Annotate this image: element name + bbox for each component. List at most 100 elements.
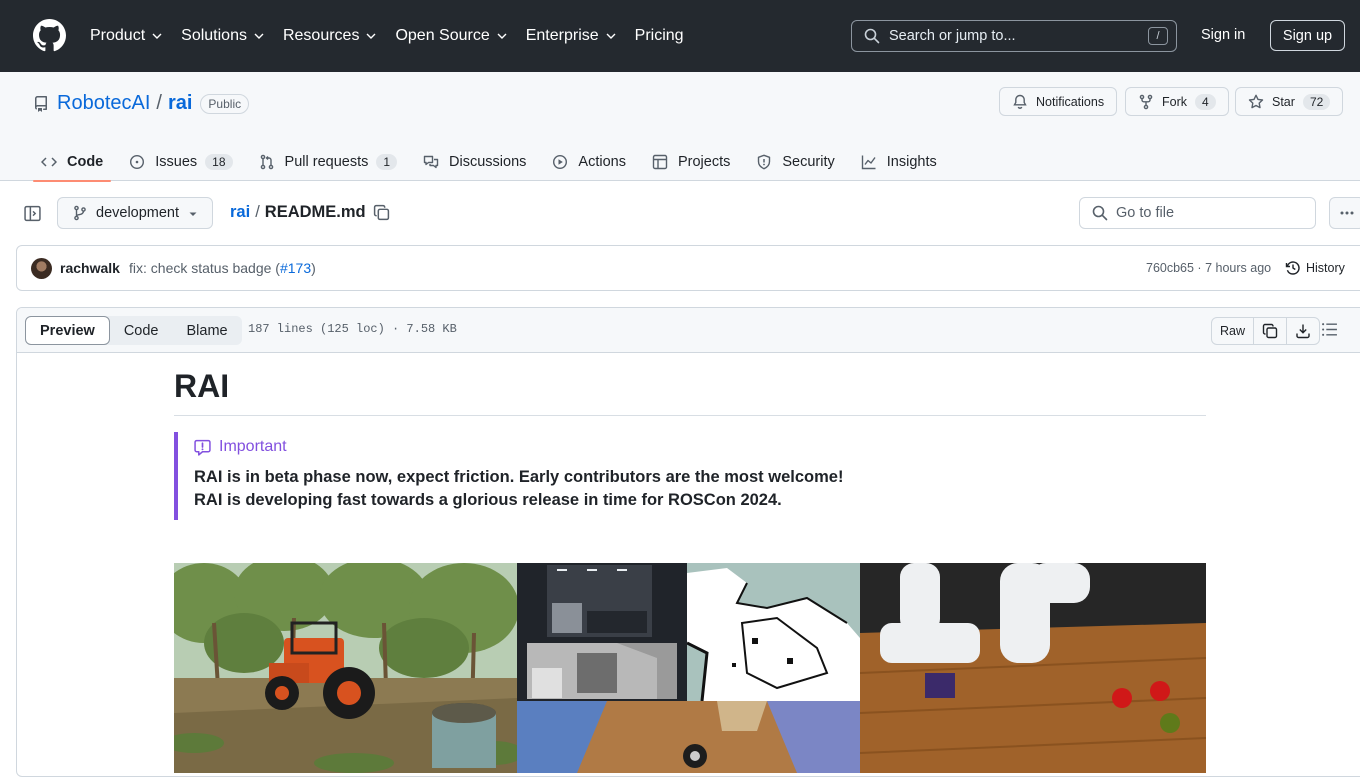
chevron-down-icon xyxy=(152,33,162,39)
visibility-badge: Public xyxy=(200,93,250,114)
star-count: 72 xyxy=(1302,93,1331,110)
fork-button[interactable]: Fork 4 xyxy=(1125,87,1229,116)
global-search-input[interactable]: Search or jump to... / xyxy=(851,20,1177,52)
file-info: 187 lines (125 loc) · 7.58 KB xyxy=(248,322,457,336)
copy-icon xyxy=(1262,323,1278,339)
global-header: Product Solutions Resources Open Source Ente… xyxy=(0,0,1360,72)
go-to-file-input[interactable]: Go to file xyxy=(1079,197,1316,229)
notifications-button[interactable]: Notifications xyxy=(999,87,1118,116)
repo-icon xyxy=(34,95,47,112)
tab-label: Projects xyxy=(677,153,731,170)
avatar[interactable] xyxy=(31,258,52,279)
file-viewer: Preview Code Blame 187 lines (125 loc) · 7… xyxy=(16,307,1360,777)
tab-label: Insights xyxy=(886,153,937,170)
github-logo-icon[interactable] xyxy=(33,19,66,52)
tab-label: Discussions xyxy=(449,153,527,170)
tab-label: Code xyxy=(67,153,104,170)
search-shortcut-hint: / xyxy=(1148,27,1168,45)
robot-arm-image xyxy=(860,563,1206,773)
commit-hash-time[interactable]: 760cb65 · 7 hours ago xyxy=(1146,261,1271,275)
tab-projects[interactable]: Projects xyxy=(644,142,738,181)
important-alert: Important RAI is in beta phase now, expe… xyxy=(174,432,1206,520)
repo-title-separator: / xyxy=(156,92,162,114)
download-raw-button[interactable] xyxy=(1287,318,1319,344)
alert-line-2: RAI is developing fast towards a gloriou… xyxy=(194,491,782,509)
tab-counter: 1 xyxy=(376,153,398,170)
readme-title: RAI xyxy=(174,368,1206,416)
file-viewer-header: Preview Code Blame 187 lines (125 loc) · 7… xyxy=(17,308,1360,353)
global-nav-label: Pricing xyxy=(634,27,684,44)
search-placeholder: Search or jump to... xyxy=(889,28,1016,44)
download-icon xyxy=(1296,324,1310,339)
search-icon xyxy=(864,28,880,44)
history-button[interactable]: History xyxy=(1285,260,1345,276)
commit-author-link[interactable]: rachwalk xyxy=(60,260,120,276)
tab-insights[interactable]: Insights xyxy=(853,142,945,181)
more-options-button[interactable] xyxy=(1329,197,1360,229)
global-nav-item-solutions[interactable]: Solutions xyxy=(181,27,265,45)
readme-hero-image xyxy=(174,563,1206,773)
global-nav-item-product[interactable]: Product xyxy=(90,27,163,45)
global-nav-item-open-source[interactable]: Open Source xyxy=(395,27,507,45)
tab-code[interactable]: Code xyxy=(33,142,112,182)
global-nav-label: Solutions xyxy=(181,27,247,44)
tab-actions[interactable]: Actions xyxy=(544,142,634,181)
office-camera-image xyxy=(517,563,687,701)
view-mode-blame[interactable]: Blame xyxy=(173,316,242,345)
raw-actions-group: Raw xyxy=(1211,317,1321,345)
notifications-label: Notifications xyxy=(1036,94,1105,109)
view-mode-code[interactable]: Code xyxy=(110,316,173,345)
file-navigation-bar: development rai / README.md Go to file xyxy=(0,181,1360,245)
shield-icon xyxy=(758,154,771,169)
copy-path-icon[interactable] xyxy=(373,204,390,221)
sign-up-button[interactable]: Sign up xyxy=(1270,20,1345,51)
code-icon xyxy=(41,156,57,167)
global-nav-item-pricing[interactable]: Pricing xyxy=(635,27,684,45)
chevron-down-icon xyxy=(254,33,264,39)
latest-commit-bar: rachwalk fix: check status badge (#173) … xyxy=(16,245,1360,291)
branch-icon xyxy=(74,205,86,221)
breadcrumb-file-name: README.md xyxy=(264,203,366,221)
star-button[interactable]: Star 72 xyxy=(1235,87,1344,116)
occupancy-map-image xyxy=(687,563,860,701)
repo-tab-nav: Code Issues 18 Pull requests 1 Discussions Act… xyxy=(33,142,955,182)
tab-counter: 18 xyxy=(205,153,233,170)
bell-icon xyxy=(1013,94,1027,109)
sidebar-expand-icon[interactable] xyxy=(24,205,41,222)
repo-header: RobotecAI / rai Public Notifications For… xyxy=(0,72,1360,182)
commit-pr-link[interactable]: #173 xyxy=(280,260,311,276)
tab-security[interactable]: Security xyxy=(748,142,842,181)
chevron-down-icon xyxy=(497,33,507,39)
breadcrumb-repo-link[interactable]: rai xyxy=(230,203,250,222)
global-nav-item-resources[interactable]: Resources xyxy=(283,27,377,45)
orchard-tractor-image xyxy=(174,563,517,773)
chevron-down-icon xyxy=(366,33,376,39)
repo-title: RobotecAI / rai Public xyxy=(33,92,250,115)
commit-message[interactable]: fix: check status badge (#173) xyxy=(129,260,316,276)
alert-title-text: Important xyxy=(219,438,287,455)
sign-in-link[interactable]: Sign in xyxy=(1201,27,1245,43)
copy-raw-button[interactable] xyxy=(1254,318,1288,344)
go-to-file-placeholder: Go to file xyxy=(1116,205,1175,221)
raw-button[interactable]: Raw xyxy=(1212,318,1255,344)
fork-label: Fork xyxy=(1162,94,1187,109)
repo-owner-link[interactable]: RobotecAI xyxy=(57,92,150,115)
tab-label: Pull requests xyxy=(284,153,369,170)
history-label: History xyxy=(1306,261,1345,275)
alert-title: Important xyxy=(194,438,1206,456)
global-nav-label: Resources xyxy=(282,27,360,44)
tab-discussions[interactable]: Discussions xyxy=(415,142,534,181)
tab-pull-requests[interactable]: Pull requests 1 xyxy=(251,142,406,181)
view-mode-preview[interactable]: Preview xyxy=(25,316,110,345)
global-nav-item-enterprise[interactable]: Enterprise xyxy=(526,27,617,45)
fork-icon xyxy=(1139,94,1153,109)
caret-down-icon xyxy=(189,212,197,216)
tab-label: Actions xyxy=(578,153,626,170)
outline-list-icon[interactable] xyxy=(1321,321,1338,338)
global-nav: Product Solutions Resources Open Source Ente… xyxy=(90,0,702,72)
fork-count: 4 xyxy=(1195,93,1216,110)
tab-issues[interactable]: Issues 18 xyxy=(121,142,240,181)
table-icon xyxy=(652,154,668,169)
branch-select-button[interactable]: development xyxy=(57,197,213,229)
repo-name-link[interactable]: rai xyxy=(168,92,192,115)
